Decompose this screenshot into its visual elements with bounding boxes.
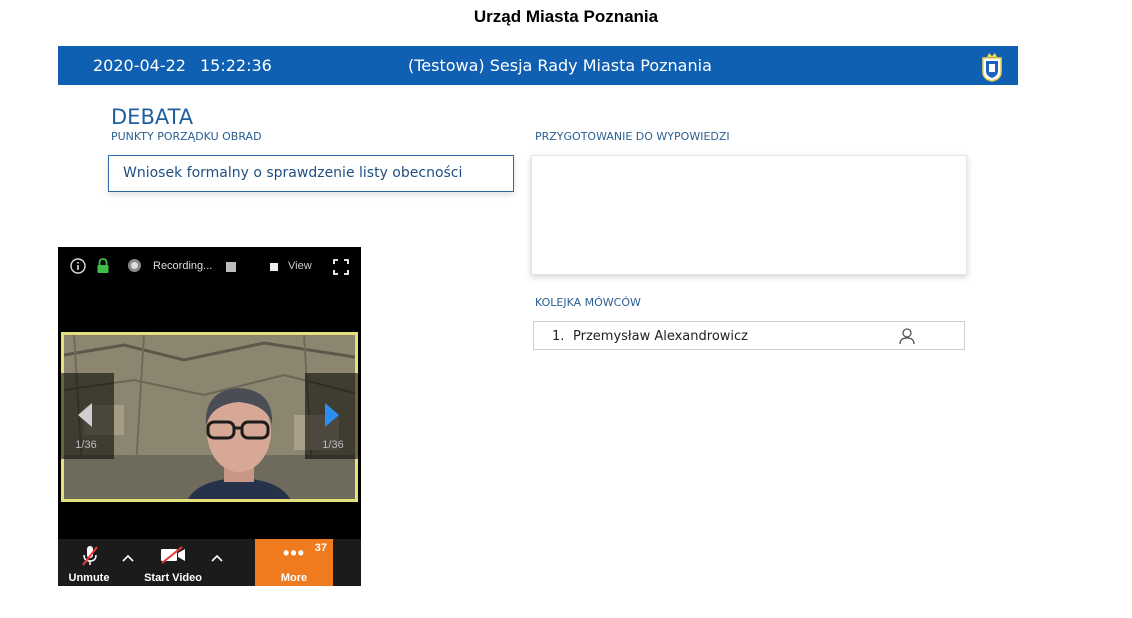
speaker-name: Przemysław Alexandrowicz [573, 329, 748, 344]
debate-title: DEBATA [111, 105, 194, 129]
session-bar: 2020-04-22 15:22:36 (Testowa) Sesja Rady … [58, 46, 1018, 85]
agenda-item[interactable]: Wniosek formalny o sprawdzenie listy obe… [108, 155, 514, 192]
chevron-right-icon [325, 403, 339, 427]
start-video-button[interactable]: Start Video [142, 539, 204, 586]
lock-icon[interactable] [96, 258, 110, 274]
previous-page-count: 1/36 [75, 439, 97, 451]
pause-recording-icon[interactable] [226, 262, 236, 272]
unmute-button[interactable]: Unmute [62, 539, 116, 586]
zoom-topbar: Recording... View [58, 247, 361, 287]
more-button[interactable]: 37 ••• More [255, 539, 333, 586]
recording-icon [128, 259, 141, 272]
session-time: 15:22:36 [199, 56, 272, 75]
speaker-row[interactable]: 1. Przemysław Alexandrowicz [533, 321, 965, 350]
page-title: Urząd Miasta Poznania [473, 7, 659, 26]
stop-recording-icon[interactable] [270, 263, 278, 271]
prep-panel [531, 155, 967, 275]
zoom-window: Recording... View 1/36 1/36 Unmute Start… [58, 247, 361, 586]
session-date: 2020-04-22 [93, 56, 186, 75]
more-dots-icon: ••• [283, 543, 305, 563]
city-crest-icon [982, 53, 1002, 82]
zoom-toolbar: Unmute Start Video 37 ••• More [58, 539, 361, 586]
agenda-label: PUNKTY PORZĄDKU OBRAD [111, 130, 262, 143]
prep-label: PRZYGOTOWANIE DO WYPOWIEDZI [535, 130, 730, 143]
chevron-up-icon[interactable] [121, 553, 135, 563]
speaker-number: 1. [552, 329, 565, 344]
session-datetime: 2020-04-22 15:22:36 [93, 56, 272, 75]
recording-label: Recording... [153, 260, 213, 272]
video-off-icon [161, 546, 185, 564]
chevron-up-icon[interactable] [210, 553, 224, 563]
fullscreen-icon[interactable] [333, 259, 349, 275]
muted-mic-icon [82, 546, 98, 566]
unmute-label: Unmute [68, 572, 110, 584]
start-video-label: Start Video [144, 572, 202, 584]
participant-portrait [187, 388, 291, 499]
chevron-left-icon [78, 403, 92, 427]
next-video-button[interactable]: 1/36 [305, 373, 361, 459]
more-label: More [280, 572, 308, 584]
person-icon [899, 328, 915, 345]
session-name: (Testowa) Sesja Rady Miasta Poznania [408, 56, 712, 75]
next-page-count: 1/36 [322, 439, 344, 451]
previous-video-button[interactable]: 1/36 [58, 373, 114, 459]
queue-label: KOLEJKA MÓWCÓW [535, 296, 641, 309]
info-icon[interactable] [70, 258, 86, 274]
view-button[interactable]: View [288, 260, 312, 272]
